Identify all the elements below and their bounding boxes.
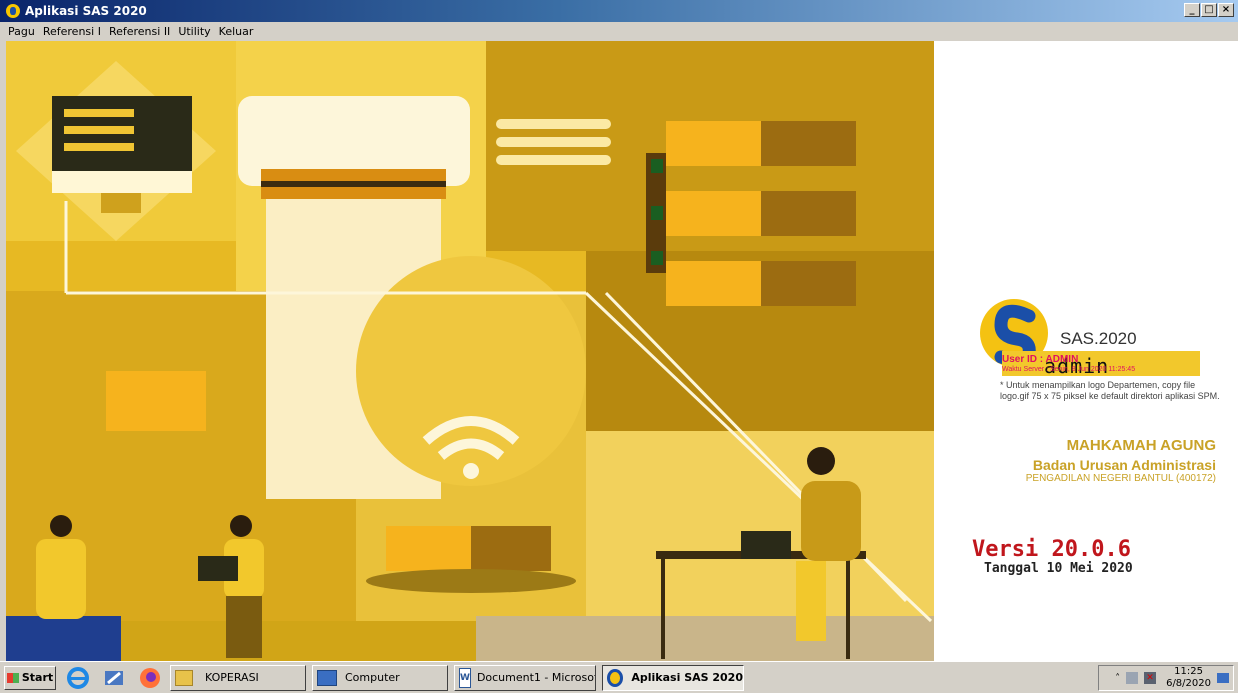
show-hidden-icons-icon[interactable]: ˄: [1115, 673, 1120, 684]
server-time: Waktu Server : Senin, 8 Jun 2020 11:25:4…: [1002, 366, 1136, 373]
network-icon[interactable]: ✕: [1144, 672, 1157, 684]
word-icon: W: [459, 667, 471, 688]
org-office: PENGADILAN NEGERI BANTUL (400172): [1025, 473, 1216, 484]
clock-date: 6/8/2020: [1166, 678, 1211, 689]
start-label: Start: [21, 671, 54, 684]
menu-referensi-1[interactable]: Referensi I: [39, 25, 105, 38]
user-id-label: User ID : ADMIN: [1002, 354, 1079, 365]
menu-bar: Pagu Referensi I Referensi II Utility Ke…: [0, 22, 1238, 41]
info-panel: SAS.2020 admin User ID : ADMIN Waktu Ser…: [934, 41, 1238, 661]
taskbar: Start KOPERASI Computer W Document1 - Mi…: [0, 661, 1238, 693]
minimize-button[interactable]: _: [1184, 3, 1200, 17]
org-name: MAHKAMAH AGUNG: [1066, 437, 1216, 454]
speaker-icon[interactable]: [1126, 672, 1139, 684]
firefox-icon[interactable]: [136, 666, 164, 690]
taskbar-document1[interactable]: W Document1 - Microsof...: [454, 664, 596, 691]
window-title: Aplikasi SAS 2020: [25, 4, 147, 18]
tool-icon[interactable]: [100, 666, 128, 690]
menu-keluar[interactable]: Keluar: [215, 25, 258, 38]
workspace-illustration: [6, 41, 934, 661]
taskbar-label: Document1 - Microsof...: [476, 671, 596, 684]
version-label: Versi 20.0.6: [972, 537, 1131, 562]
maximize-button[interactable]: □: [1201, 3, 1217, 17]
clock[interactable]: 11:25 6/8/2020: [1166, 666, 1211, 690]
computer-icon: [317, 669, 337, 686]
taskbar-aplikasi-sas[interactable]: Aplikasi SAS 2020: [602, 664, 744, 691]
show-desktop-icon[interactable]: [1217, 673, 1229, 683]
sas-app-icon: [6, 4, 20, 18]
title-bar: Aplikasi SAS 2020 _ □ ×: [0, 0, 1238, 22]
org-unit: Badan Urusan Administrasi: [1032, 457, 1216, 473]
taskbar-label: KOPERASI: [205, 671, 259, 684]
background-illustration: [6, 41, 934, 661]
folder-icon: [175, 669, 193, 686]
system-tray: ˄ ✕ 11:25 6/8/2020: [1098, 665, 1234, 691]
sas-icon: [607, 668, 624, 687]
close-button[interactable]: ×: [1218, 3, 1234, 17]
menu-utility[interactable]: Utility: [174, 25, 214, 38]
internet-explorer-icon[interactable]: [64, 666, 92, 690]
taskbar-computer[interactable]: Computer: [312, 664, 448, 691]
start-button[interactable]: Start: [4, 665, 56, 690]
logo-note: * Untuk menampilkan logo Departemen, cop…: [1000, 380, 1220, 401]
taskbar-label: Computer: [345, 671, 400, 684]
menu-pagu[interactable]: Pagu: [4, 25, 39, 38]
clock-time: 11:25: [1174, 666, 1203, 677]
logo-text: SAS.2020: [1060, 329, 1137, 348]
release-date: Tanggal 10 Mei 2020: [984, 561, 1133, 576]
taskbar-koperasi[interactable]: KOPERASI: [170, 664, 306, 691]
windows-flag-icon: [6, 672, 19, 683]
menu-referensi-2[interactable]: Referensi II: [105, 25, 174, 38]
taskbar-label: Aplikasi SAS 2020: [631, 671, 743, 684]
